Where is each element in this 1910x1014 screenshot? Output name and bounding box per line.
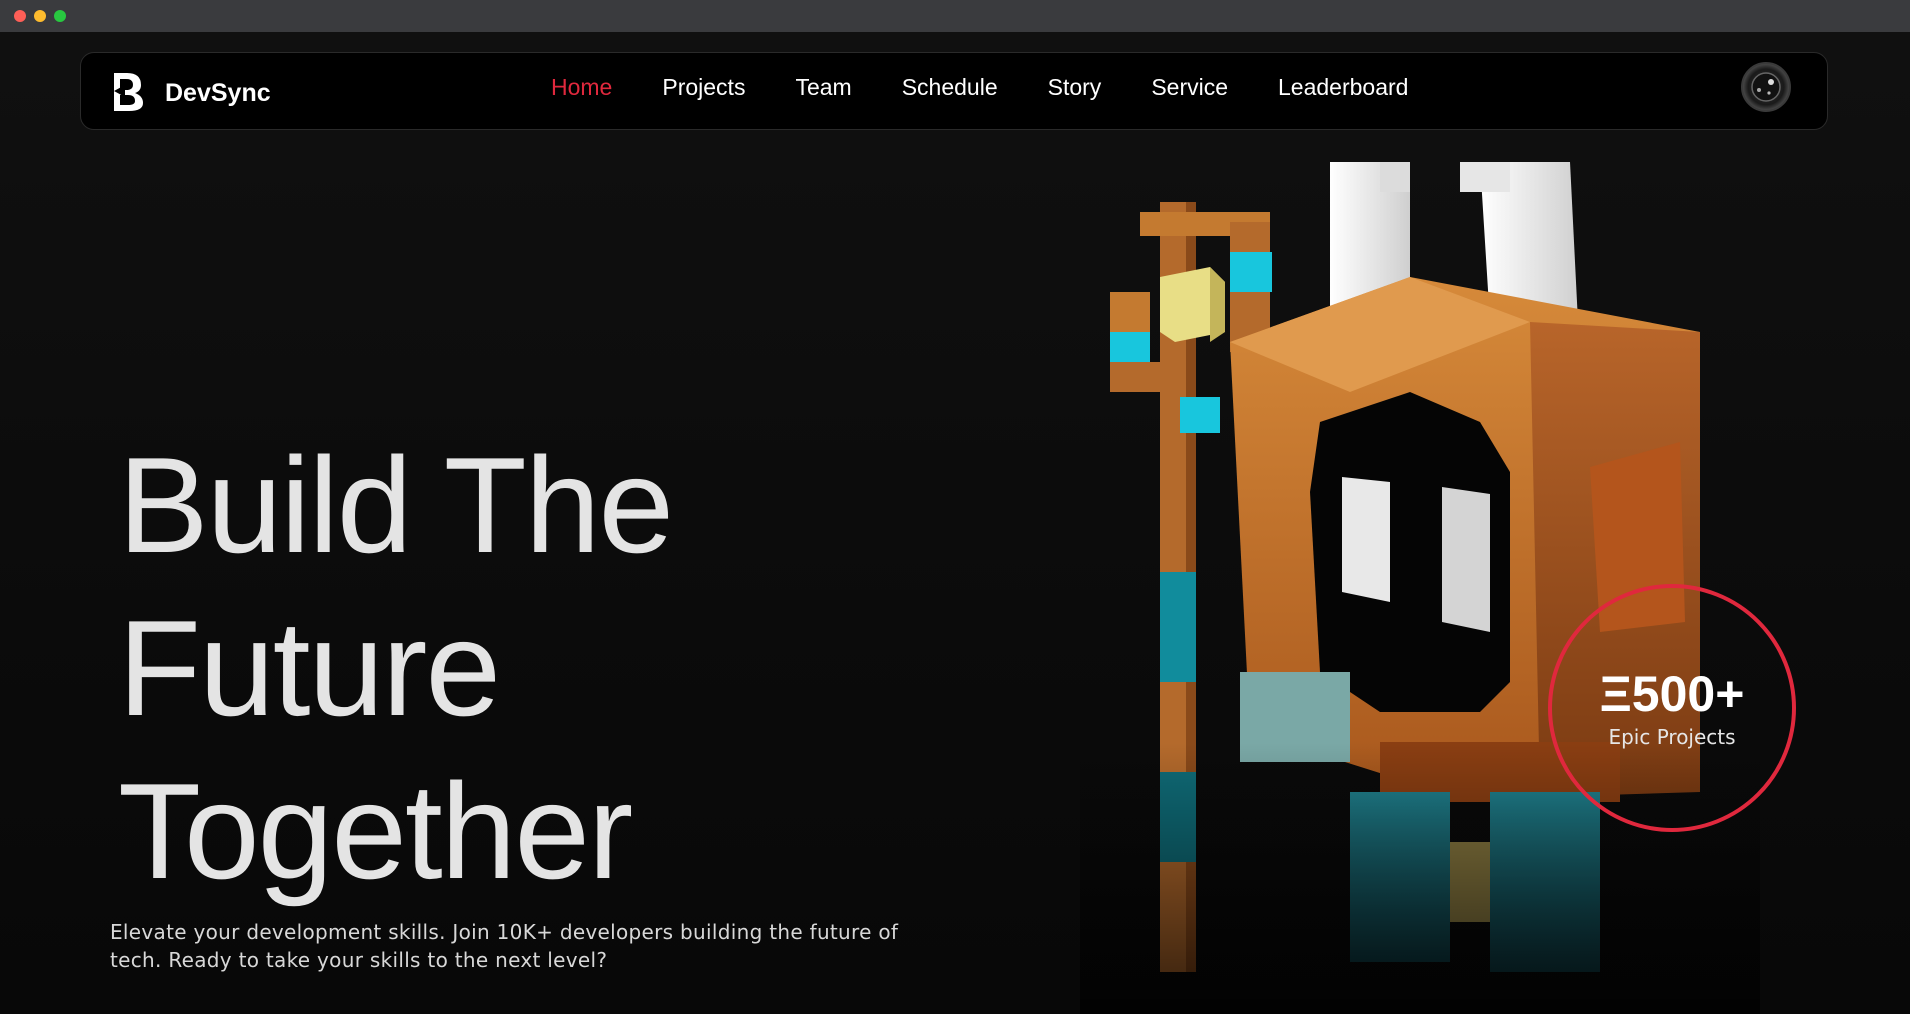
hero-title-line: Future (118, 592, 501, 744)
nav-item-home[interactable]: Home (551, 71, 612, 103)
nav-item-projects[interactable]: Projects (662, 71, 745, 103)
nav-links: Home Projects Team Schedule Story Servic… (551, 71, 1408, 103)
nav-item-schedule[interactable]: Schedule (902, 71, 998, 103)
user-avatar-icon[interactable] (1741, 62, 1791, 112)
stat-value: Ξ500+ (1599, 666, 1745, 722)
nav-item-leaderboard[interactable]: Leaderboard (1278, 71, 1408, 103)
devsync-logo-icon[interactable] (111, 71, 145, 111)
window-minimize-button[interactable] (34, 10, 46, 22)
hero-title: Build The Future Together (118, 424, 878, 913)
hero-title-line: Build The (118, 429, 674, 581)
voxel-character-illustration (1080, 92, 1760, 1014)
navbar: DevSync Home Projects Team Schedule Stor… (80, 52, 1828, 130)
brand-name[interactable]: DevSync (165, 79, 271, 108)
nav-item-story[interactable]: Story (1048, 71, 1102, 103)
epic-projects-stat: Ξ500+ Epic Projects (1548, 584, 1796, 832)
window-maximize-button[interactable] (54, 10, 66, 22)
window-close-button[interactable] (14, 10, 26, 22)
landing-page: DevSync Home Projects Team Schedule Stor… (0, 32, 1910, 1014)
browser-chrome (0, 0, 1910, 32)
hero-subtitle: Elevate your development skills. Join 10… (110, 920, 899, 972)
nav-item-service[interactable]: Service (1151, 71, 1228, 103)
hero-title-line: Together (118, 755, 633, 907)
nav-item-team[interactable]: Team (795, 71, 851, 103)
stat-label: Epic Projects (1608, 725, 1736, 749)
